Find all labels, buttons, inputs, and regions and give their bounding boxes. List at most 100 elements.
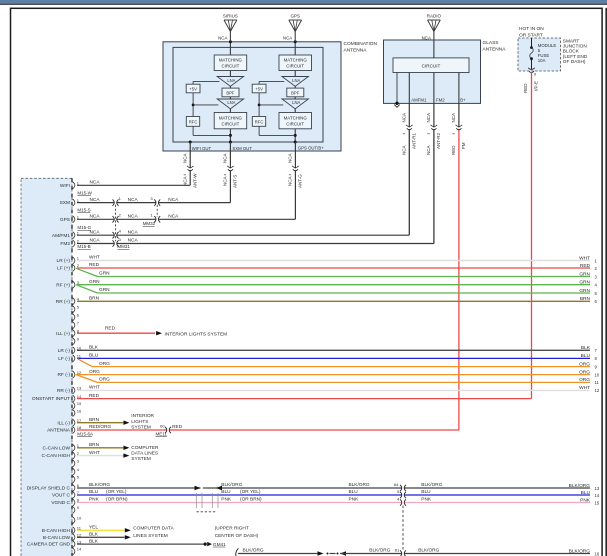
svg-text:B-CAN LOW: B-CAN LOW <box>43 535 71 541</box>
svg-text:NCA: NCA <box>182 176 187 186</box>
svg-text:3: 3 <box>595 274 598 279</box>
svg-text:LF (+): LF (+) <box>57 266 70 272</box>
svg-text:ANTENNA: ANTENNA <box>344 47 368 53</box>
svg-text:NCA: NCA <box>223 153 228 163</box>
svg-text:LINES SYSTEM: LINES SYSTEM <box>133 533 168 539</box>
svg-text:MM32: MM32 <box>143 221 156 226</box>
svg-text:10: 10 <box>595 372 600 377</box>
svg-text:GRN: GRN <box>579 288 590 294</box>
svg-text:AM/FM1: AM/FM1 <box>52 233 70 239</box>
svg-text:CENTER OF DASH): CENTER OF DASH) <box>215 533 259 539</box>
svg-text:FM: FM <box>461 142 466 149</box>
svg-text:INTERIOR LIGHTS SYSTEM: INTERIOR LIGHTS SYSTEM <box>165 331 228 337</box>
svg-text:3: 3 <box>119 237 122 242</box>
svg-text:RR (+): RR (+) <box>56 299 71 305</box>
svg-text:RED: RED <box>105 325 116 331</box>
svg-text:8: 8 <box>595 356 598 361</box>
svg-text:BLK/ORG: BLK/ORG <box>89 482 110 488</box>
svg-text:ANTENNA: ANTENNA <box>483 46 507 52</box>
svg-text:4: 4 <box>77 467 80 472</box>
svg-text:NCA: NCA <box>402 113 407 123</box>
svg-text:WHT: WHT <box>89 450 100 456</box>
svg-text:BLU: BLU <box>89 489 99 495</box>
svg-text:BRN: BRN <box>89 442 100 448</box>
svg-text:NCA: NCA <box>426 145 431 155</box>
svg-text:+5V: +5V <box>189 87 197 92</box>
svg-text:VOUT C: VOUT C <box>52 493 71 499</box>
svg-text:ANT-R1: ANT-R1 <box>412 133 417 150</box>
svg-text:COMPUTER DATA: COMPUTER DATA <box>133 526 174 532</box>
svg-text:1: 1 <box>119 196 122 201</box>
svg-text:(OR BRN): (OR BRN) <box>106 497 128 503</box>
svg-text:14: 14 <box>77 547 82 552</box>
svg-text:BLK/ORG: BLK/ORG <box>569 548 591 554</box>
svg-text:NCA: NCA <box>283 36 292 41</box>
svg-text:NCA: NCA <box>90 214 101 220</box>
svg-text:M15-B: M15-B <box>77 244 90 249</box>
svg-text:MATCHING: MATCHING <box>284 58 308 63</box>
svg-text:BLK: BLK <box>89 532 99 538</box>
svg-text:C-CAN LOW: C-CAN LOW <box>43 445 71 451</box>
svg-text:6: 6 <box>77 313 80 318</box>
svg-text:6: 6 <box>595 299 598 304</box>
svg-text:CIRCUIT: CIRCUIT <box>422 63 441 68</box>
svg-text:NCA: NCA <box>90 229 101 235</box>
svg-text:WHT: WHT <box>579 255 590 261</box>
svg-text:PNK: PNK <box>580 497 591 503</box>
svg-text:I/P-E: I/P-E <box>533 81 538 91</box>
svg-text:16: 16 <box>77 408 82 413</box>
svg-text:MATCHING: MATCHING <box>219 58 243 63</box>
svg-text:SIRIUS: SIRIUS <box>223 13 238 18</box>
svg-text:BLK/ORG: BLK/ORG <box>418 548 439 554</box>
svg-text:BPF: BPF <box>291 91 300 96</box>
svg-text:DISPLAY SHIELD C: DISPLAY SHIELD C <box>27 486 71 492</box>
svg-text:ORG: ORG <box>99 377 110 383</box>
svg-text:GPS: GPS <box>290 13 300 18</box>
svg-text:RFC: RFC <box>255 120 264 125</box>
svg-text:2: 2 <box>119 213 122 218</box>
svg-text:RED/ORG: RED/ORG <box>89 424 111 430</box>
svg-text:NCA: NCA <box>426 113 431 123</box>
svg-text:ORG: ORG <box>89 369 100 375</box>
svg-text:5: 5 <box>77 305 80 310</box>
svg-text:BRN: BRN <box>89 296 100 302</box>
svg-text:9: 9 <box>534 72 537 77</box>
svg-text:FM2: FM2 <box>60 241 70 247</box>
svg-text:7: 7 <box>595 348 598 353</box>
svg-text:SXM OUT: SXM OUT <box>232 146 252 151</box>
svg-text:15: 15 <box>595 500 600 505</box>
svg-text:NCA: NCA <box>128 238 139 244</box>
svg-text:9: 9 <box>77 337 80 342</box>
svg-text:LNA: LNA <box>227 100 235 105</box>
svg-text:BLK/ORG: BLK/ORG <box>569 483 591 489</box>
svg-text:BRN: BRN <box>89 417 100 423</box>
svg-text:WIFI: WIFI <box>60 183 70 189</box>
svg-text:RED: RED <box>451 145 456 155</box>
svg-text:NCA: NCA <box>90 180 101 186</box>
svg-text:LR (-): LR (-) <box>58 348 71 354</box>
svg-text:RADIO: RADIO <box>427 13 442 18</box>
svg-text:NCA: NCA <box>168 214 179 220</box>
svg-text:NCA: NCA <box>168 197 179 203</box>
svg-text:BLK/ORG: BLK/ORG <box>421 482 442 488</box>
svg-text:BLK/ORG: BLK/ORG <box>221 482 242 488</box>
svg-text:B-CAN HIGH: B-CAN HIGH <box>42 528 71 534</box>
svg-text:GRN: GRN <box>99 287 110 293</box>
svg-text:PNK: PNK <box>221 497 232 503</box>
svg-text:RED: RED <box>172 424 183 430</box>
svg-text:GPS: GPS <box>60 217 70 223</box>
svg-text:5: 5 <box>397 489 400 494</box>
svg-text:3: 3 <box>150 196 153 201</box>
svg-text:BLU: BLU <box>349 489 359 495</box>
svg-text:LIGHTS: LIGHTS <box>131 419 148 425</box>
svg-text:GRN: GRN <box>579 271 590 277</box>
svg-text:NCA: NCA <box>402 145 407 155</box>
svg-text:ANT-G: ANT-G <box>298 174 303 188</box>
svg-text:GRN: GRN <box>99 271 110 277</box>
svg-text:ANTENNA: ANTENNA <box>47 428 71 434</box>
svg-text:10: 10 <box>77 516 82 521</box>
svg-text:ORG: ORG <box>579 361 590 367</box>
svg-text:SXM: SXM <box>60 200 70 206</box>
svg-text:NCA: NCA <box>288 176 293 186</box>
svg-text:OF DASH): OF DASH) <box>563 59 586 65</box>
